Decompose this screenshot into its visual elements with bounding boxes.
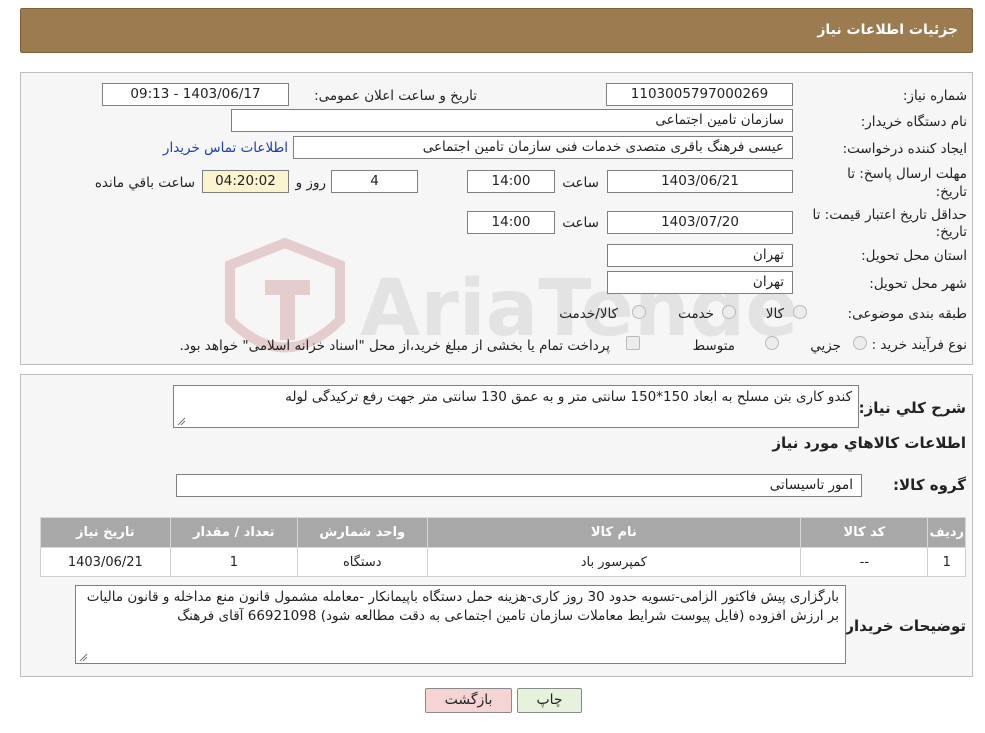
cell-item-name: کمپرسور باد [426, 547, 802, 577]
goods-section-title: اطلاعات کالاهاي مورد نياز [772, 434, 966, 452]
col-item-code: کد کالا [800, 517, 929, 548]
category-goods-radio[interactable] [793, 305, 807, 319]
resize-grip-icon[interactable] [176, 416, 186, 426]
buyer-contact-link[interactable]: اطلاعات تماس خریدار [163, 140, 288, 156]
validity-time-label: ساعت [562, 215, 599, 231]
cell-need-date: 1403/06/21 [40, 547, 171, 577]
days-label: روز و [295, 175, 326, 191]
col-unit: واحد شمارش [297, 517, 428, 548]
creator-label: ایجاد کننده درخواست: [842, 141, 967, 157]
remaining-time-field: 04:20:02 [202, 170, 289, 193]
process-label: نوع فرآیند خرید : [871, 337, 967, 353]
announce-datetime-field: 1403/06/17 - 09:13 [102, 83, 289, 106]
treasury-payment-checkbox[interactable] [626, 336, 640, 350]
need-number-field: 1103005797000269 [606, 83, 793, 106]
buyer-org-field: سازمان تامین اجتماعی [231, 109, 793, 132]
buyer-notes-textarea: بارگزاری پیش فاکتور الزامی-تسویه حدود 30… [75, 585, 846, 664]
cell-quantity: 1 [169, 547, 299, 577]
page-header: جزئیات اطلاعات نیاز [20, 8, 973, 53]
print-button[interactable]: چاپ [517, 688, 582, 713]
buyer-notes-label: توضیحات خریدار: [839, 617, 966, 635]
treasury-payment-note: پرداخت تمام یا بخشی از مبلغ خرید،از محل … [179, 338, 610, 354]
remaining-time-label: ساعت باقي مانده [94, 175, 195, 191]
category-label: طبقه بندی موضوعی: [847, 306, 967, 322]
process-minor-radio[interactable] [853, 336, 867, 350]
description-text: کندو کاری بتن مسلح به ابعاد 150*150 سانت… [285, 389, 852, 405]
deadline-label: مهلت ارسال پاسخ: تا [847, 166, 967, 182]
goods-group-label: گروه کالا: [893, 476, 966, 494]
goods-group-field: امور تاسیساتی [176, 474, 862, 497]
category-service-radio[interactable] [722, 305, 736, 319]
deadline-label-date: تاریخ: [935, 184, 967, 200]
deadline-time-label: ساعت [562, 175, 599, 191]
deadline-date-field: 1403/06/21 [607, 170, 793, 193]
validity-label: حداقل تاریخ اعتبار قیمت: تا [812, 207, 967, 223]
cell-unit: دستگاه [297, 547, 428, 577]
col-row-number: رديف [927, 517, 966, 548]
goods-table-header: رديف کد کالا نام کالا واحد شمارش تعداد /… [40, 517, 966, 548]
province-label: استان محل تحویل: [861, 248, 967, 264]
buyer-org-label: نام دستگاه خریدار: [860, 114, 967, 130]
announce-datetime-label: تاریخ و ساعت اعلان عمومی: [314, 88, 477, 104]
goods-table: رديف کد کالا نام کالا واحد شمارش تعداد /… [40, 517, 966, 577]
need-number-label: شماره نیاز: [902, 88, 967, 104]
city-label: شهر محل تحویل: [869, 276, 967, 292]
description-textarea: کندو کاری بتن مسلح به ابعاد 150*150 سانت… [173, 385, 859, 428]
process-medium-radio[interactable] [765, 336, 779, 350]
validity-label-date: تاریخ: [935, 224, 967, 240]
category-goods-label: کالا [765, 306, 784, 322]
table-row: 1 -- کمپرسور باد دستگاه 1 1403/06/21 [40, 547, 966, 577]
cell-item-code: -- [800, 547, 929, 577]
buyer-notes-text: بارگزاری پیش فاکتور الزامی-تسویه حدود 30… [86, 589, 839, 624]
cell-row-number: 1 [927, 547, 966, 577]
category-service-label: خدمت [678, 306, 714, 322]
process-minor-label: جزیي [810, 338, 841, 354]
validity-time-field: 14:00 [467, 211, 555, 234]
process-medium-label: متوسط [692, 338, 735, 354]
deadline-time-field: 14:00 [467, 170, 555, 193]
creator-field: عیسی فرهنگ باقری متصدی خدمات فنی سازمان … [293, 136, 793, 159]
col-item-name: نام کالا [426, 517, 802, 548]
back-button[interactable]: بازگشت [425, 688, 512, 713]
validity-date-field: 1403/07/20 [607, 211, 793, 234]
remaining-days-field: 4 [331, 170, 418, 193]
page-title: جزئیات اطلاعات نیاز [817, 22, 958, 38]
city-field: تهران [607, 271, 793, 294]
resize-grip-icon[interactable] [78, 652, 88, 662]
province-field: تهران [607, 244, 793, 267]
description-label: شرح کلي نياز: [858, 399, 966, 417]
col-quantity: تعداد / مقدار [169, 517, 299, 548]
col-need-date: تاریخ نیاز [40, 517, 171, 548]
category-goods-service-radio[interactable] [632, 305, 646, 319]
category-goods-service-label: کالا/خدمت [559, 306, 618, 322]
